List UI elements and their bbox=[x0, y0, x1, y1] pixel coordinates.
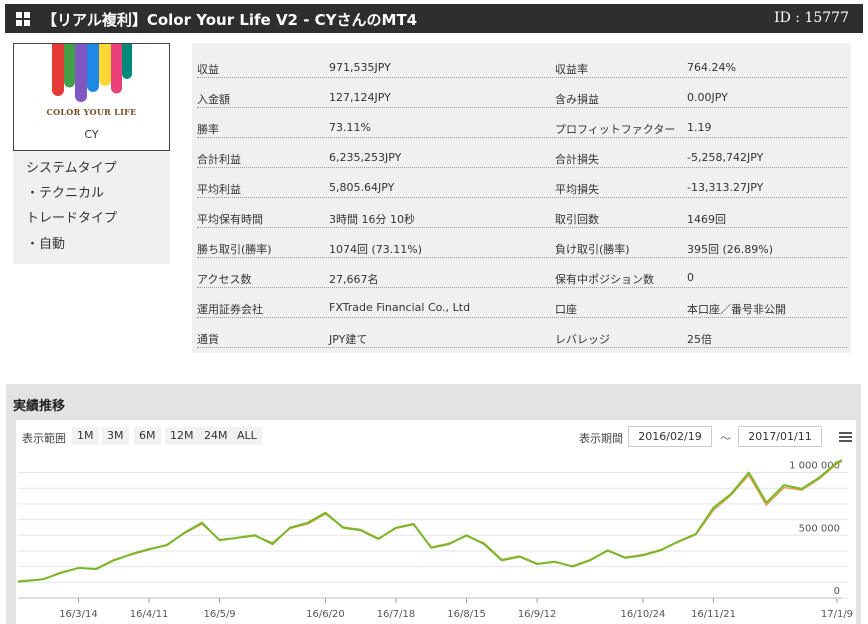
range-1m-button[interactable]: 1M bbox=[72, 427, 99, 445]
date-separator: ～ bbox=[720, 432, 731, 445]
system-id: ID : 15777 bbox=[774, 10, 849, 26]
paint-drip-image bbox=[52, 44, 132, 102]
x-tick-label: 16/11/21 bbox=[691, 609, 736, 620]
range-3m-button[interactable]: 3M bbox=[102, 427, 129, 445]
range-12m-button[interactable]: 12M bbox=[165, 427, 199, 445]
trade-type-label: トレードタイプ bbox=[26, 211, 118, 226]
x-tick-label: 16/5/9 bbox=[203, 609, 235, 620]
stats-row: 平均利益 5,805.64JPY 平均損失 -13,313.27JPY bbox=[197, 168, 847, 198]
stat-label: レバレッジ bbox=[555, 333, 610, 346]
profile-panel: COLOR YOUR LIFE CY システムタイプ ・テクニカル トレードタイ… bbox=[13, 43, 170, 264]
performance-panel: 実績推移 表示範囲 1M 3M 6M 12M 24M ALL 表示期間 2016… bbox=[6, 384, 861, 624]
system-logo: COLOR YOUR LIFE CY bbox=[13, 43, 170, 151]
stat-value: 27,667名 bbox=[329, 273, 379, 286]
stat-value: 0.00JPY bbox=[687, 91, 728, 104]
x-tick-label: 16/10/24 bbox=[620, 609, 665, 620]
stat-label: 合計利益 bbox=[197, 153, 241, 166]
stats-row: アクセス数 27,667名 保有中ポジション数 0 bbox=[197, 258, 847, 288]
stat-value: 1469回 bbox=[687, 213, 726, 226]
range-24m-button[interactable]: 24M bbox=[199, 427, 233, 445]
stat-label: 入金額 bbox=[197, 93, 230, 106]
stat-value: -5,258,742JPY bbox=[687, 151, 764, 164]
logo-text: COLOR YOUR LIFE bbox=[46, 107, 137, 117]
y-tick-label: 500 000 bbox=[799, 523, 840, 534]
page-title: 【リアル複利】Color Your Life V2 - CYさんのMT4 bbox=[42, 11, 418, 29]
range-label: 表示範囲 bbox=[22, 432, 66, 445]
stats-row: 通貨 JPY建て レバレッジ 25倍 bbox=[197, 318, 847, 348]
stat-label: 口座 bbox=[555, 303, 577, 316]
x-tick-label: 16/9/12 bbox=[518, 609, 557, 620]
chart-menu-icon[interactable] bbox=[839, 432, 852, 443]
stat-value: 25倍 bbox=[687, 333, 712, 346]
system-type-value: ・テクニカル bbox=[26, 186, 105, 201]
stat-label: 運用証券会社 bbox=[197, 303, 263, 316]
grid-icon bbox=[16, 12, 30, 26]
stats-row: 収益 971,535JPY 収益率 764.24% bbox=[197, 48, 847, 78]
equity-line-orange bbox=[17, 460, 843, 582]
stat-label: 収益率 bbox=[555, 63, 588, 76]
stat-label: 保有中ポジション数 bbox=[555, 273, 654, 286]
stat-value: 1074回 (73.11%) bbox=[329, 243, 423, 256]
stat-value: -13,313.27JPY bbox=[687, 181, 764, 194]
stat-label: 平均損失 bbox=[555, 183, 599, 196]
stat-label: 取引回数 bbox=[555, 213, 599, 226]
stat-value: 395回 (26.89%) bbox=[687, 243, 774, 256]
page-header: 【リアル複利】Color Your Life V2 - CYさんのMT4 ID … bbox=[5, 4, 863, 33]
stats-row: 合計利益 6,235,253JPY 合計損失 -5,258,742JPY bbox=[197, 138, 847, 168]
stat-value: 3時間 16分 10秒 bbox=[329, 213, 415, 226]
equity-line-green bbox=[17, 459, 843, 583]
stats-row: 勝率 73.11% プロフィットファクター 1.19 bbox=[197, 108, 847, 138]
stat-label: 収益 bbox=[197, 63, 219, 76]
range-6m-button[interactable]: 6M bbox=[134, 427, 161, 445]
stat-value: 本口座／番号非公開 bbox=[687, 303, 786, 316]
stat-value: 5,805.64JPY bbox=[329, 181, 395, 194]
stat-value: 764.24% bbox=[687, 61, 736, 74]
x-tick-label: 16/6/20 bbox=[306, 609, 345, 620]
stat-value: 127,124JPY bbox=[329, 91, 391, 104]
stat-label: 平均保有時間 bbox=[197, 213, 263, 226]
stat-label: 合計損失 bbox=[555, 153, 599, 166]
trade-type-value: ・自動 bbox=[26, 237, 66, 252]
date-from-input[interactable]: 2016/02/19 bbox=[628, 426, 712, 447]
stat-label: プロフィットファクター bbox=[555, 123, 676, 136]
stat-label: 通貨 bbox=[197, 333, 219, 346]
system-owner-name: CY bbox=[84, 128, 99, 141]
performance-title: 実績推移 bbox=[13, 399, 66, 414]
stats-row: 運用証券会社 FXTrade Financial Co., Ltd 口座 本口座… bbox=[197, 288, 847, 318]
chart-container: 表示範囲 1M 3M 6M 12M 24M ALL 表示期間 2016/02/1… bbox=[16, 420, 856, 624]
stat-value: 6,235,253JPY bbox=[329, 151, 402, 164]
stat-label: 含み損益 bbox=[555, 93, 599, 106]
period-label: 表示期間 bbox=[579, 432, 623, 445]
x-tick-label: 17/1/9 bbox=[821, 609, 853, 620]
date-to-input[interactable]: 2017/01/11 bbox=[738, 426, 822, 447]
stat-value: 1.19 bbox=[687, 121, 712, 134]
equity-chart: 16/3/14 16/4/11 16/5/9 16/6/20 16/7/18 16/8/1… bbox=[17, 459, 853, 620]
stat-value: 0 bbox=[687, 271, 694, 284]
system-type-label: システムタイプ bbox=[26, 161, 117, 176]
stat-label: アクセス数 bbox=[197, 273, 252, 286]
stat-label: 勝ち取引(勝率) bbox=[197, 243, 272, 256]
x-tick-label: 16/7/18 bbox=[377, 609, 416, 620]
stat-value: JPY建て bbox=[329, 333, 368, 346]
stats-row: 平均保有時間 3時間 16分 10秒 取引回数 1469回 bbox=[197, 198, 847, 228]
x-tick-label: 16/8/15 bbox=[447, 609, 486, 620]
stats-table: 収益 971,535JPY 収益率 764.24% 入金額 127,124JPY… bbox=[192, 43, 851, 353]
stat-value: 971,535JPY bbox=[329, 61, 391, 74]
stats-row: 勝ち取引(勝率) 1074回 (73.11%) 負け取引(勝率) 395回 (2… bbox=[197, 228, 847, 258]
y-tick-label: 0 bbox=[834, 586, 840, 597]
x-tick-label: 16/4/11 bbox=[130, 609, 169, 620]
stat-label: 勝率 bbox=[197, 123, 219, 136]
stat-label: 負け取引(勝率) bbox=[555, 243, 630, 256]
range-all-button[interactable]: ALL bbox=[232, 427, 262, 445]
stat-value: 73.11% bbox=[329, 121, 371, 134]
stats-row: 入金額 127,124JPY 含み損益 0.00JPY bbox=[197, 78, 847, 108]
stat-value: FXTrade Financial Co., Ltd bbox=[329, 301, 471, 314]
stat-label: 平均利益 bbox=[197, 183, 241, 196]
x-tick-label: 16/3/14 bbox=[59, 609, 98, 620]
